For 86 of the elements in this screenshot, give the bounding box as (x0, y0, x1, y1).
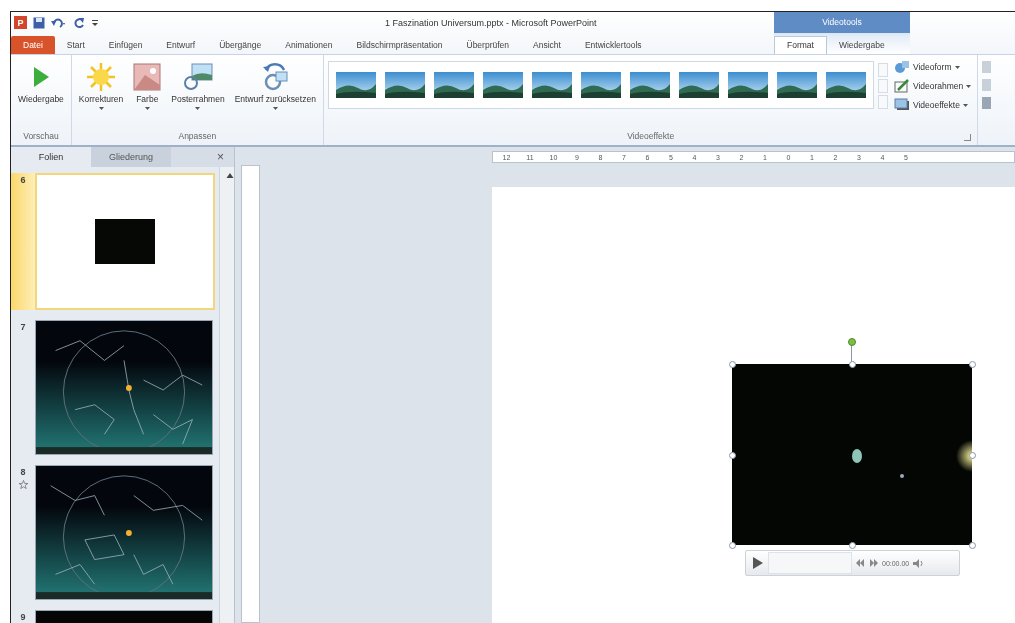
group-label: Videoeffekte (627, 131, 675, 141)
customize-icon[interactable] (91, 17, 99, 28)
landscape-icon (482, 72, 523, 98)
caret-icon (966, 84, 972, 88)
video-frame (95, 219, 155, 264)
video-style-option[interactable] (531, 72, 572, 98)
ribbon-tab[interactable]: Überprüfen (454, 37, 522, 54)
ribbon-tab[interactable]: Wiedergabe (826, 37, 897, 54)
pen-frame-icon (893, 79, 910, 93)
video-style-option[interactable] (629, 72, 670, 98)
ribbon-button[interactable]: Entwurf zurücksetzen (231, 57, 319, 114)
slide-row[interactable]: 8 (11, 465, 219, 600)
ribbon-tab[interactable]: Übergänge (207, 37, 274, 54)
landscape-icon (629, 72, 670, 98)
resize-handle[interactable] (729, 451, 736, 459)
ribbon-button[interactable]: Wiedergabe (15, 57, 67, 109)
video-style-option[interactable] (678, 72, 719, 98)
poster-frame-icon (181, 63, 214, 91)
save-icon[interactable] (33, 16, 45, 29)
landscape-icon (433, 72, 474, 98)
ribbon-button[interactable]: Posterrahmen (168, 57, 228, 114)
landscape-icon (678, 72, 719, 98)
group-label: Vorschau (23, 131, 59, 141)
volume-icon[interactable] (913, 558, 926, 568)
video-style-option[interactable] (482, 72, 523, 98)
ribbon-tab[interactable]: Entwurf (154, 37, 208, 54)
resize-handle[interactable] (849, 542, 856, 549)
landscape-icon (580, 72, 621, 98)
ribbon-tab[interactable]: Animationen (273, 37, 345, 54)
ribbon-button[interactable]: Videoeffekte (891, 97, 974, 113)
landscape-icon (384, 72, 425, 98)
window-title: 1 Faszination Universum.pptx - Microsoft PowerPoint (385, 17, 597, 28)
resize-handle[interactable] (969, 361, 976, 368)
ribbon-tab[interactable]: Entwicklertools (572, 37, 654, 54)
resize-handle[interactable] (969, 542, 976, 549)
ribbon-tab[interactable]: Datei (11, 36, 55, 54)
ribbon-tab[interactable]: Format (774, 36, 827, 54)
landscape-icon (825, 72, 866, 98)
sun-icon (86, 62, 117, 92)
caret-icon (962, 103, 968, 107)
undo-icon[interactable] (51, 16, 67, 29)
landscape-icon (727, 72, 768, 98)
ribbon-button[interactable]: Korrekturen (75, 57, 127, 114)
video-style-option[interactable] (335, 72, 376, 98)
resize-handle[interactable] (729, 361, 736, 368)
resize-handle[interactable] (969, 451, 976, 459)
video-style-option[interactable] (727, 72, 768, 98)
slide-row[interactable]: 9 (11, 610, 219, 623)
ribbon-tab[interactable]: Ansicht (521, 37, 573, 54)
caret-icon (954, 65, 960, 69)
pane-tab[interactable]: Folien (11, 147, 91, 167)
close-button[interactable]: × (207, 147, 234, 167)
skip-back-icon[interactable] (856, 559, 865, 567)
shapes-icon (893, 60, 910, 74)
effects-icon (893, 98, 910, 112)
color-icon (133, 63, 162, 91)
skip-forward-icon[interactable] (869, 559, 878, 567)
landscape-icon (335, 72, 376, 98)
dialog-launcher-icon[interactable] (964, 134, 972, 141)
pane-tab[interactable]: Gliederung (91, 147, 171, 167)
slide-number: 9 (20, 612, 26, 622)
ribbon-tab[interactable]: Einfügen (96, 37, 155, 54)
resize-handle[interactable] (849, 361, 856, 368)
ribbon-button[interactable]: Videoform (891, 59, 974, 75)
video-style-option[interactable] (825, 72, 866, 98)
redo-icon[interactable] (73, 16, 85, 29)
landscape-icon (531, 72, 572, 98)
ribbon-tab[interactable]: Bildschirmpräsentation (344, 37, 455, 54)
slide-number: 7 (20, 322, 26, 332)
rotate-handle[interactable] (848, 338, 856, 346)
ribbon-tab[interactable]: Start (54, 37, 97, 54)
ribbon-button[interactable]: Farbe (130, 57, 165, 114)
group-label: Anpassen (178, 131, 217, 141)
contextual-tab-header: Videotools (774, 12, 910, 33)
resize-handle[interactable] (729, 542, 736, 549)
ribbon-button[interactable]: Videorahmen (891, 78, 974, 94)
video-style-option[interactable] (433, 72, 474, 98)
app-logo: P (14, 16, 27, 29)
video-style-option[interactable] (580, 72, 621, 98)
video-style-option[interactable] (384, 72, 425, 98)
landscape-icon (776, 72, 817, 98)
video-style-option[interactable] (776, 72, 817, 98)
slide-number: 6 (20, 175, 26, 185)
play-icon[interactable] (752, 556, 764, 570)
slide-number: 8 (20, 467, 26, 477)
slide-row[interactable]: 7 (11, 320, 219, 455)
